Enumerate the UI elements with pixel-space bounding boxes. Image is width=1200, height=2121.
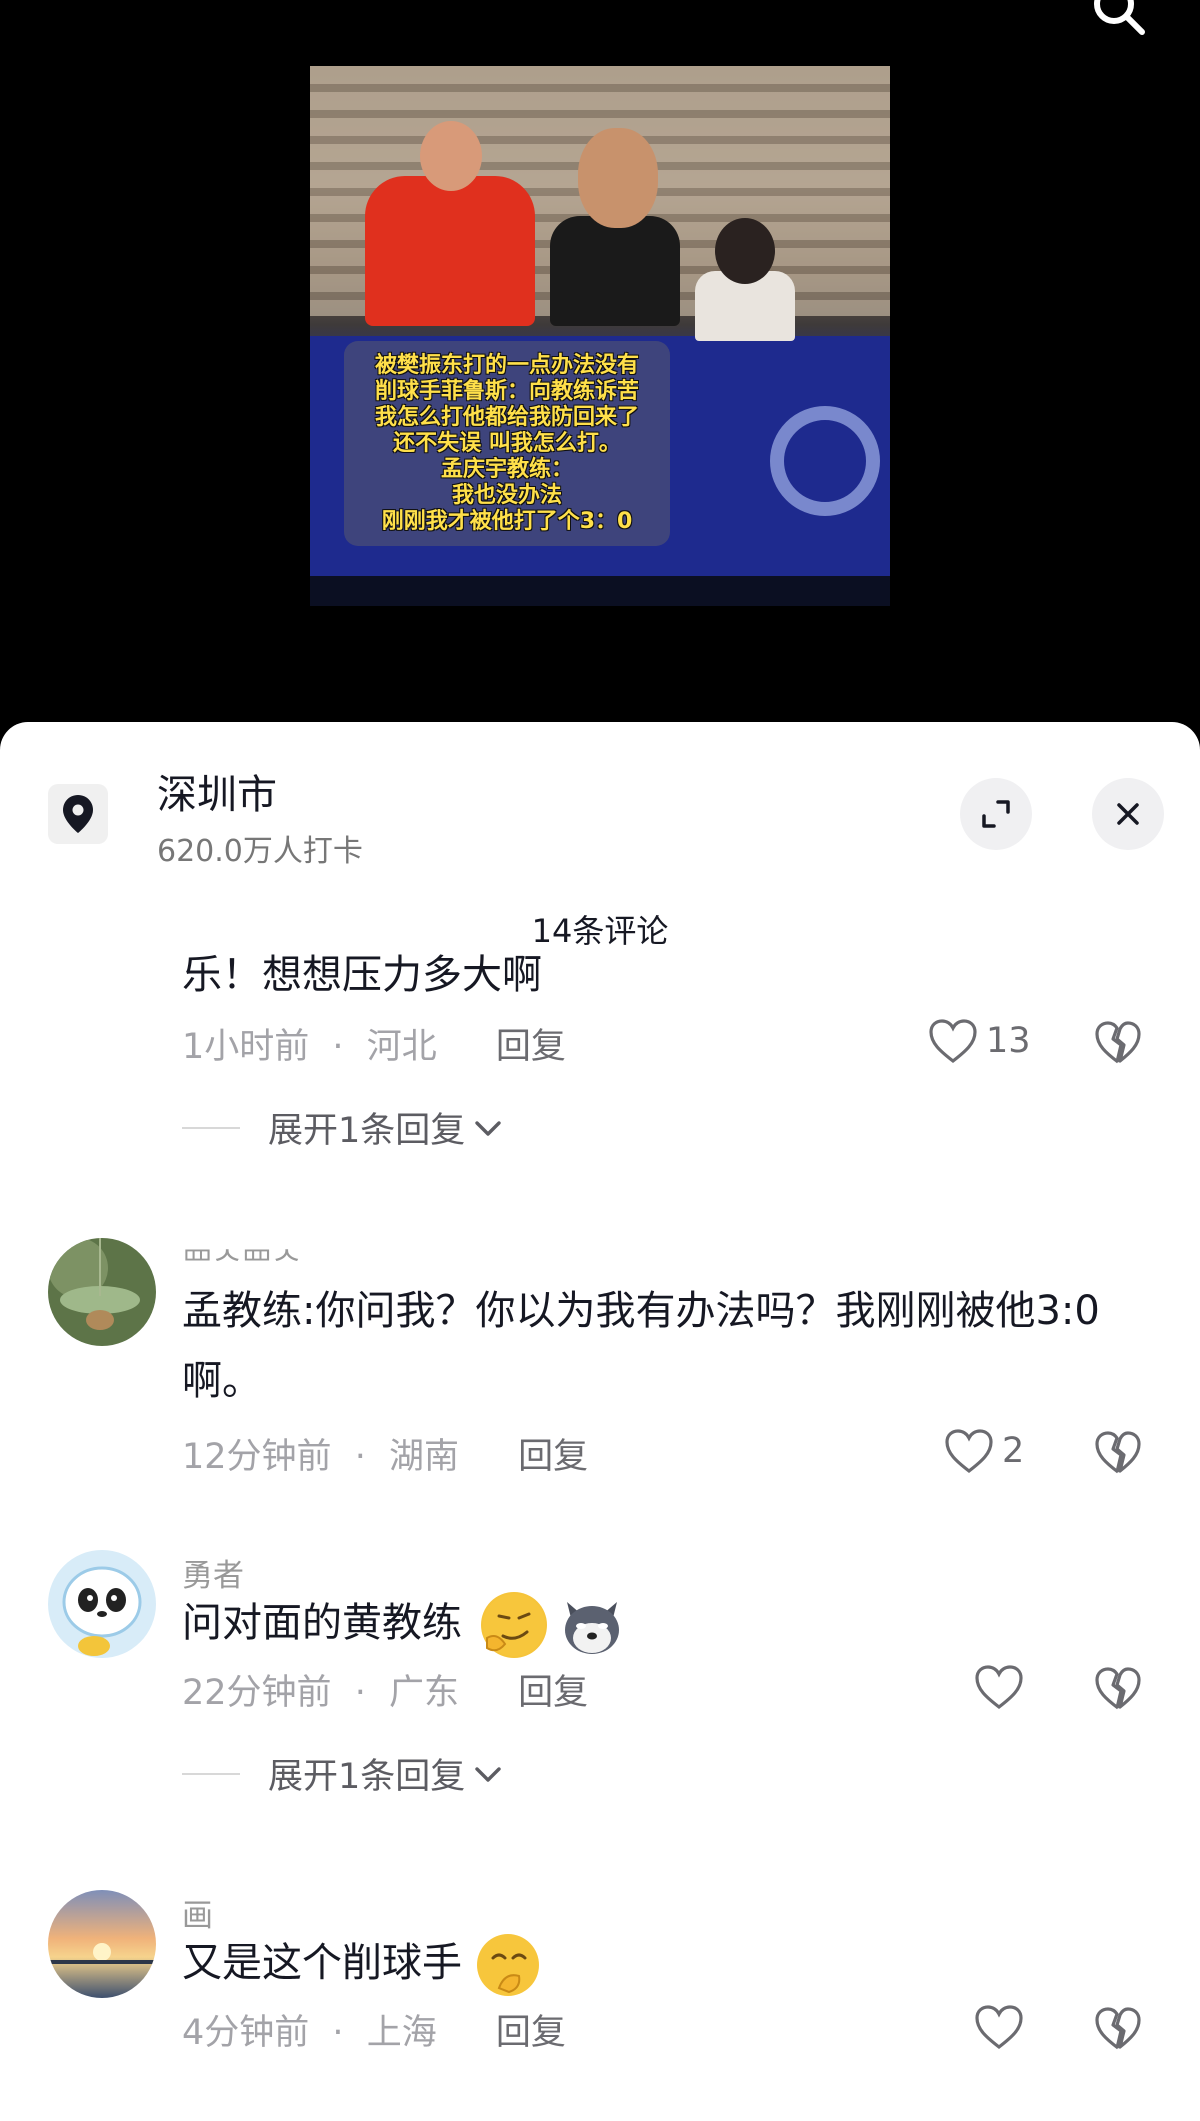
expand-label: 展开1条回复 (268, 1111, 466, 1151)
dislike-button[interactable] (1094, 1666, 1142, 1714)
comment-time: 12分钟前 (182, 1437, 332, 1477)
comment-meta: 1小时前 · 河北 回复 (182, 1018, 566, 1069)
comment-item: 罒ᄉ罒ᄉ 孟教练:你问我？你以为我有办法吗？我刚刚被他3:0啊。 12分钟前 ·… (0, 1238, 1200, 1538)
location-header[interactable]: 深圳市 620.0万人打卡 (0, 722, 1200, 872)
caption-line: 孟庆宇教练： (440, 456, 573, 482)
expand-divider (182, 1772, 240, 1775)
comment-meta: 4分钟前 · 上海 回复 (182, 2004, 566, 2055)
search-icon[interactable] (1088, 0, 1152, 42)
expand-replies[interactable]: 展开1条回复 (182, 1102, 505, 1153)
chevron-down-icon (475, 1766, 501, 1782)
location-pin-icon (48, 784, 108, 844)
comment-count: 14条评论 (531, 912, 669, 950)
comment-text-body: 又是这个削球手 (182, 1940, 462, 1986)
comment-time: 4分钟前 (182, 2013, 310, 2053)
dislike-button[interactable] (1094, 1020, 1142, 1068)
caption-line: 还不失误 叫我怎么打。 (393, 430, 621, 456)
heart-icon (975, 2005, 1023, 2050)
like-button[interactable] (974, 2004, 1032, 2050)
comment-meta: 22分钟前 · 广东 回复 (182, 1664, 588, 1715)
broken-heart-icon (1095, 1431, 1141, 1474)
close-button[interactable] (1092, 778, 1164, 850)
caption-line: 我也没办法 (451, 482, 562, 508)
comment-time: 22分钟前 (182, 1673, 332, 1713)
like-count: 13 (986, 1021, 1031, 1061)
expand-replies[interactable]: 展开1条回复 (182, 1748, 505, 1799)
avatar[interactable] (48, 1550, 156, 1658)
meta-separator: · (332, 2013, 344, 2053)
like-button[interactable] (974, 1664, 1032, 1710)
player-figure (365, 176, 535, 326)
avatar[interactable] (48, 1238, 156, 1346)
floor (310, 576, 890, 606)
fullscreen-button[interactable] (960, 778, 1032, 850)
chevron-down-icon (475, 1120, 501, 1136)
meta-separator: · (332, 1027, 344, 1067)
comment-region: 上海 (366, 2013, 437, 2053)
like-button[interactable]: 13 (928, 1018, 1031, 1064)
comment-time: 1小时前 (182, 1027, 310, 1067)
broken-heart-icon (1095, 1021, 1141, 1064)
expand-label: 展开1条回复 (268, 1757, 466, 1797)
comment-text: 乐！想想压力多大啊 (182, 954, 1142, 994)
caption-line: 我怎么打他都给我防回来了 (374, 404, 639, 430)
close-icon (1117, 803, 1139, 825)
video-player[interactable]: 被樊振东打的一点办法没有 削球手菲鲁斯：向教练诉苦 我怎么打他都给我防回来了 还… (0, 0, 1200, 760)
like-count: 2 (1002, 1431, 1025, 1471)
husky-emoji-icon (559, 1592, 625, 1658)
comment-sheet: 深圳市 620.0万人打卡 14条评论 乐！想想压力多大啊 1小时前 · 河北 … (0, 722, 1200, 2121)
coach-figure (550, 216, 680, 326)
reply-button[interactable]: 回复 (496, 2013, 566, 2053)
meta-separator: · (354, 1437, 366, 1477)
comment-meta: 12分钟前 · 湖南 回复 (182, 1428, 588, 1479)
video-caption: 被樊振东打的一点办法没有 削球手菲鲁斯：向教练诉苦 我怎么打他都给我防回来了 还… (344, 341, 670, 546)
comment-region: 湖南 (388, 1437, 459, 1477)
reply-button[interactable]: 回复 (496, 1027, 566, 1067)
comment-text-partial: 乐！想想压力多大啊 (182, 954, 542, 994)
comment-text: 问对面的黄教练 (182, 1588, 1142, 1658)
location-name[interactable]: 深圳市 (157, 762, 277, 820)
heart-icon (945, 1429, 993, 1474)
video-frame: 被樊振东打的一点办法没有 削球手菲鲁斯：向教练诉苦 我怎么打他都给我防回来了 还… (310, 66, 890, 606)
broken-heart-icon (1095, 1667, 1141, 1710)
heart-icon (975, 1665, 1023, 1710)
board-logo (770, 406, 880, 516)
like-button[interactable]: 2 (944, 1428, 1024, 1474)
giggle-emoji-icon (475, 1932, 541, 1998)
comment-text-body: 问对面的黄教练 (182, 1600, 462, 1646)
comment-text: 又是这个削球手 (182, 1928, 1142, 1998)
caption-line: 被樊振东打的一点办法没有 (374, 352, 639, 378)
caption-line: 刚刚我才被他打了个3：0 (381, 508, 633, 534)
comment-region: 广东 (388, 1673, 459, 1713)
comment-item: 画 又是这个削球手 4分钟前 · 上海 回复 (0, 1890, 1200, 2121)
comment-item: 乐！想想压力多大啊 1小时前 · 河北 回复 13 展开1条回复 (0, 954, 1200, 1242)
avatar[interactable] (48, 1890, 156, 1998)
meta-separator: · (354, 1673, 366, 1713)
location-checkins: 620.0万人打卡 (157, 834, 363, 869)
dislike-button[interactable] (1094, 1430, 1142, 1478)
dislike-button[interactable] (1094, 2006, 1142, 2054)
comment-region: 河北 (366, 1027, 437, 1067)
reply-button[interactable]: 回复 (518, 1437, 588, 1477)
spectator-head (715, 218, 775, 284)
fullscreen-icon (982, 800, 1010, 828)
player-head (420, 121, 482, 191)
caption-line: 削球手菲鲁斯：向教练诉苦 (374, 378, 639, 404)
heart-icon (929, 1019, 977, 1064)
smirk-emoji-icon (480, 1592, 547, 1658)
coach-head (578, 128, 658, 228)
comment-item: 勇者 问对面的黄教练 22分钟前 · 广东 回复 展开1条回复 (0, 1550, 1200, 1880)
broken-heart-icon (1095, 2007, 1141, 2050)
expand-divider (182, 1126, 240, 1129)
reply-button[interactable]: 回复 (518, 1673, 588, 1713)
comment-text: 孟教练:你问我？你以为我有办法吗？我刚刚被他3:0啊。 (182, 1288, 1100, 1404)
